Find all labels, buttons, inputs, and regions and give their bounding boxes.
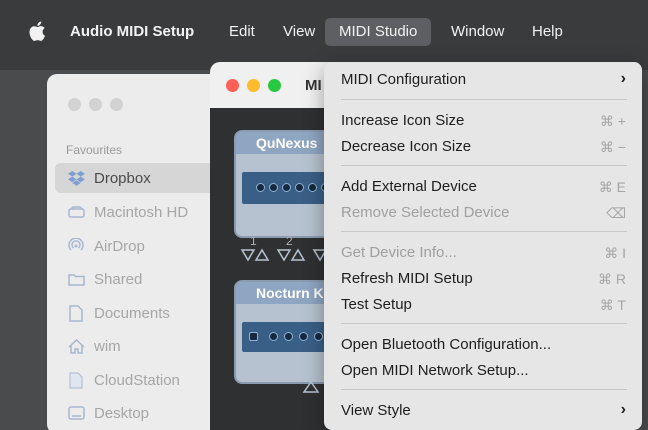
- menu-item-label: View Style: [341, 402, 411, 419]
- menu-item-label: Remove Selected Device: [341, 204, 510, 221]
- shortcut: ⌘ R: [598, 271, 626, 287]
- sidebar-item-label: Macintosh HD: [94, 203, 189, 221]
- menu-item-label: Open MIDI Network Setup...: [341, 362, 529, 379]
- menu-item-label: Open Bluetooth Configuration...: [341, 336, 552, 353]
- menu-separator: [341, 231, 627, 232]
- device-port: [256, 183, 265, 192]
- menu-item-label: Decrease Icon Size: [341, 138, 472, 155]
- menubar-app-name[interactable]: Audio MIDI Setup: [70, 21, 194, 43]
- sidebar-item-shared[interactable]: Shared: [67, 267, 142, 291]
- sidebar-item-label: Desktop: [94, 404, 150, 422]
- device-port: [308, 183, 317, 192]
- document-icon: [67, 371, 85, 389]
- menu-item-view-style[interactable]: View Style ›: [324, 398, 642, 424]
- delete-key-icon: ⌫: [606, 205, 626, 221]
- desktop-icon: [67, 405, 85, 421]
- device-port: [299, 332, 308, 341]
- sidebar-item-cloudstation[interactable]: CloudStation: [67, 368, 180, 392]
- menu-item-refresh-midi-setup[interactable]: Refresh MIDI Setup ⌘ R: [324, 266, 642, 292]
- menu-item-open-bluetooth-configuration[interactable]: Open Bluetooth Configuration...: [324, 332, 642, 358]
- menu-item-test-setup[interactable]: Test Setup ⌘ T: [324, 292, 642, 318]
- sidebar-item-dropbox[interactable]: Dropbox: [67, 166, 151, 190]
- menu-item-label: Test Setup: [341, 296, 412, 313]
- menu-item-increase-icon-size[interactable]: Increase Icon Size ⌘ +: [324, 108, 642, 134]
- shortcut: ⌘ −: [599, 139, 626, 155]
- menu-item-label: Refresh MIDI Setup: [341, 270, 473, 287]
- device-port: [249, 332, 258, 341]
- document-icon: [67, 304, 85, 322]
- minimize-button[interactable]: [247, 79, 260, 92]
- menu-item-label: Get Device Info...: [341, 244, 457, 261]
- sidebar-item-label: CloudStation: [94, 371, 180, 389]
- shortcut: ⌘ E: [598, 179, 626, 195]
- sidebar-item-documents[interactable]: Documents: [67, 301, 170, 325]
- device-name: Nocturn Ke: [236, 282, 338, 304]
- device-port: [282, 183, 291, 192]
- menubar-midi-studio[interactable]: MIDI Studio: [325, 18, 432, 46]
- zoom-button[interactable]: [110, 98, 123, 111]
- menu-separator: [341, 389, 627, 390]
- sidebar-item-label: AirDrop: [94, 237, 145, 255]
- sidebar-item-label: Documents: [94, 304, 170, 322]
- sidebar-item-airdrop[interactable]: AirDrop: [67, 234, 145, 258]
- menu-separator: [341, 165, 627, 166]
- finder-traffic-lights: [68, 98, 131, 116]
- port-connector: [302, 380, 320, 393]
- port-label: 2: [286, 234, 293, 248]
- device-port: [284, 332, 293, 341]
- close-button[interactable]: [68, 98, 81, 111]
- midi-studio-window: MI QuNexus 1 2 Nocturn Ke: [210, 62, 340, 430]
- sidebar-item-label: Shared: [94, 270, 143, 288]
- device-port: [314, 332, 323, 341]
- menu-item-remove-selected-device: Remove Selected Device ⌫: [324, 200, 642, 226]
- sidebar-item-wim[interactable]: wim: [67, 334, 121, 358]
- shortcut: ⌘ I: [604, 245, 626, 261]
- sidebar-item-label: Dropbox: [94, 169, 151, 187]
- home-icon: [67, 338, 85, 354]
- chevron-right-icon: ›: [620, 70, 626, 87]
- menu-item-decrease-icon-size[interactable]: Decrease Icon Size ⌘ −: [324, 134, 642, 160]
- sidebar-item-desktop[interactable]: Desktop: [67, 401, 149, 425]
- menubar-window[interactable]: Window: [451, 21, 504, 43]
- port-label: 1: [250, 234, 257, 248]
- menu-item-midi-configuration[interactable]: MIDI Configuration ›: [324, 67, 642, 93]
- drive-icon: [67, 204, 85, 220]
- zoom-button[interactable]: [268, 79, 281, 92]
- midi-studio-dropdown-menu: MIDI Configuration › Increase Icon Size …: [324, 62, 642, 430]
- chevron-right-icon: ›: [620, 401, 626, 418]
- menubar-help[interactable]: Help: [532, 21, 563, 43]
- menu-item-label: Add External Device: [341, 178, 477, 195]
- menu-item-label: Increase Icon Size: [341, 112, 465, 129]
- menu-separator: [341, 99, 627, 100]
- window-title: MI: [305, 77, 322, 94]
- menu-item-get-device-info: Get Device Info... ⌘ I: [324, 240, 642, 266]
- shortcut: ⌘ +: [599, 113, 626, 129]
- menu-bar: Audio MIDI Setup Edit View MIDI Studio W…: [0, 0, 648, 70]
- menubar-edit[interactable]: Edit: [229, 21, 255, 43]
- menu-separator: [341, 323, 627, 324]
- device-port: [269, 332, 278, 341]
- menubar-view[interactable]: View: [283, 21, 315, 43]
- folder-icon: [67, 271, 85, 287]
- sidebar-item-macintosh-hd[interactable]: Macintosh HD: [67, 200, 188, 224]
- minimize-button[interactable]: [89, 98, 102, 111]
- apple-logo-icon[interactable]: [28, 20, 46, 42]
- dropbox-icon: [67, 170, 85, 186]
- device-name: QuNexus: [236, 132, 338, 154]
- device-port: [269, 183, 278, 192]
- sidebar-heading: Favourites: [66, 143, 123, 157]
- device-port: [295, 183, 304, 192]
- shortcut: ⌘ T: [599, 297, 626, 313]
- menu-item-label: MIDI Configuration: [341, 71, 467, 88]
- menu-item-add-external-device[interactable]: Add External Device ⌘ E: [324, 174, 642, 200]
- airdrop-icon: [67, 238, 85, 254]
- sidebar-item-label: wim: [94, 337, 121, 355]
- close-button[interactable]: [226, 79, 239, 92]
- menu-item-open-midi-network-setup[interactable]: Open MIDI Network Setup...: [324, 358, 642, 384]
